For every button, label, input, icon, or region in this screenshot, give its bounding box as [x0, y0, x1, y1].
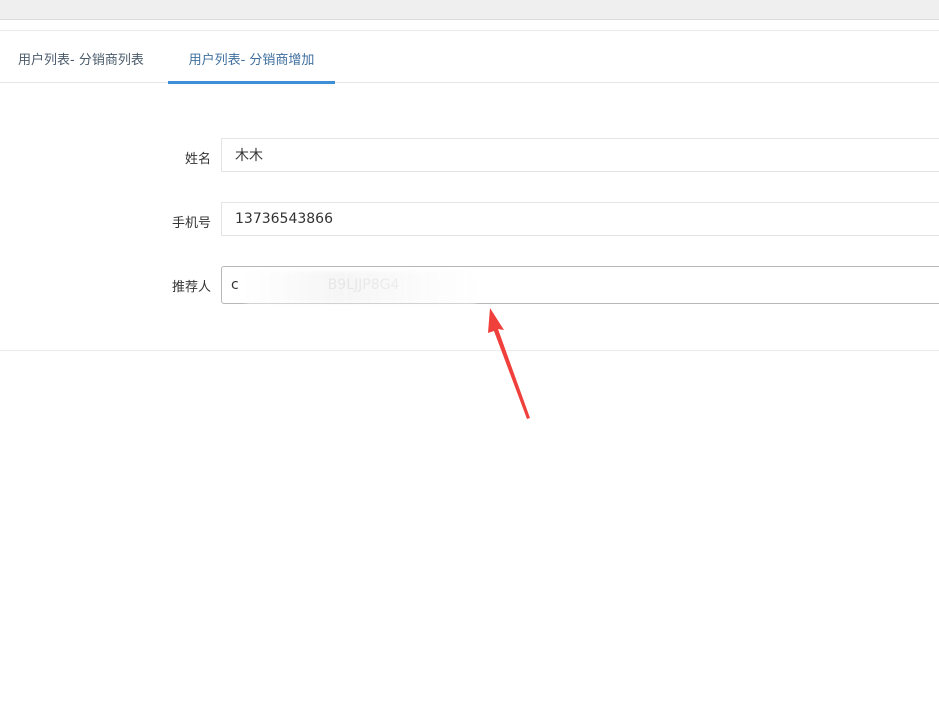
phone-label: 手机号: [171, 216, 211, 231]
name-label: 姓名: [184, 152, 211, 167]
name-input[interactable]: [221, 138, 939, 172]
redaction-blur: [245, 271, 477, 303]
tab-bar: 用户列表- 分销商列表 用户列表- 分销商增加: [0, 30, 939, 84]
tab-distributor-list[interactable]: 用户列表- 分销商列表: [18, 31, 144, 83]
form-divider: [0, 350, 939, 351]
phone-input[interactable]: [221, 202, 939, 236]
tab-distributor-add[interactable]: 用户列表- 分销商增加: [168, 31, 335, 84]
browser-top-bar: [0, 0, 939, 20]
red-arrow-icon: [488, 308, 530, 419]
referrer-label: 推荐人: [171, 280, 211, 295]
